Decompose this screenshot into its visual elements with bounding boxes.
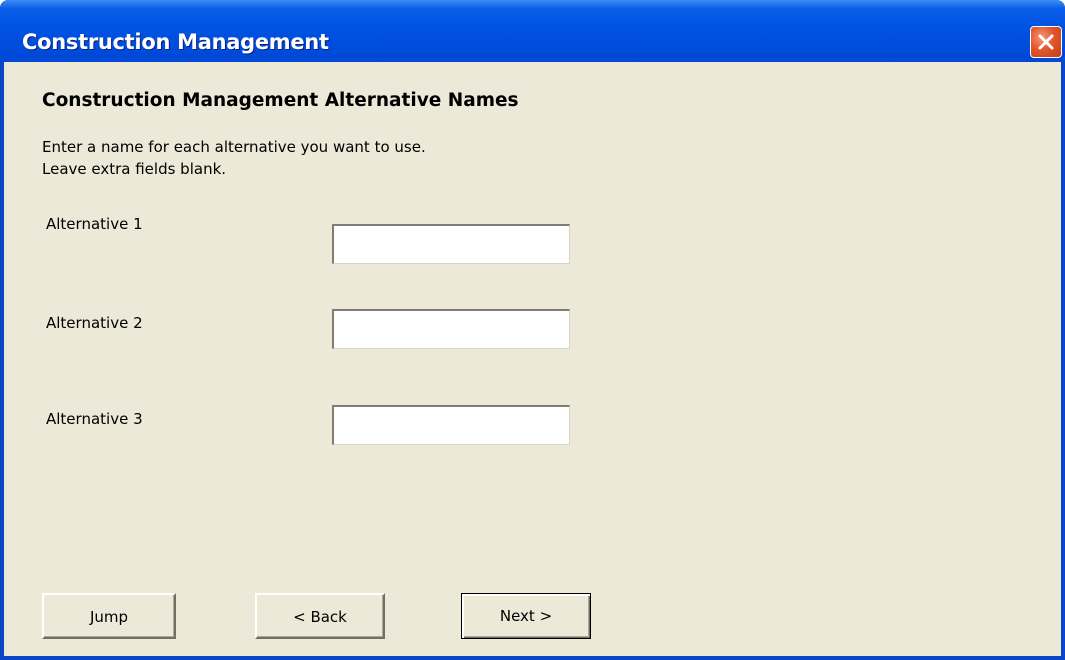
next-button[interactable]: Next > bbox=[461, 593, 591, 639]
dialog-window: Construction Management Construction Man… bbox=[0, 0, 1065, 660]
alternative-3-label: Alternative 3 bbox=[46, 410, 143, 428]
alternative-3-field[interactable] bbox=[332, 405, 570, 445]
back-button[interactable]: < Back bbox=[255, 593, 385, 639]
close-icon bbox=[1038, 34, 1054, 50]
instruction-line-2: Leave extra fields blank. bbox=[42, 160, 227, 178]
dialog-heading: Construction Management Alternative Name… bbox=[42, 90, 519, 111]
window-frame-bottom bbox=[0, 656, 1065, 660]
alternative-1-label: Alternative 1 bbox=[46, 215, 143, 233]
window-title: Construction Management bbox=[22, 30, 329, 54]
jump-button[interactable]: Jump bbox=[42, 593, 176, 639]
close-button[interactable] bbox=[1030, 26, 1062, 58]
window-frame-right bbox=[1061, 62, 1065, 660]
alternative-2-field[interactable] bbox=[332, 309, 570, 349]
alternative-2-label: Alternative 2 bbox=[46, 314, 143, 332]
instruction-line-1: Enter a name for each alternative you wa… bbox=[42, 138, 426, 156]
alternative-1-field[interactable] bbox=[332, 224, 570, 264]
